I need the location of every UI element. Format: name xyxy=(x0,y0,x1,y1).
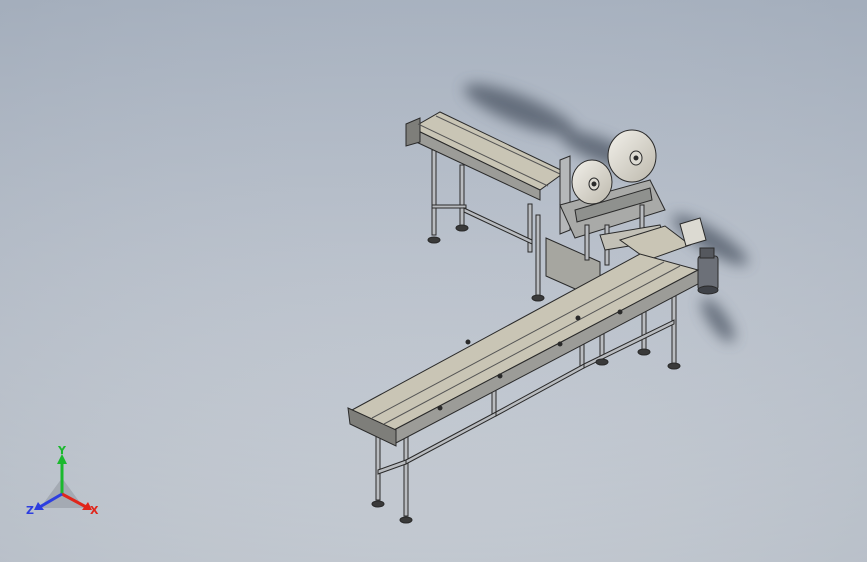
viewport-background xyxy=(0,0,867,562)
tape-roll-right xyxy=(607,129,657,183)
tape-roll-left xyxy=(571,159,613,205)
x-axis-label: X xyxy=(90,504,99,517)
z-axis-label: Z xyxy=(26,504,34,517)
y-axis-label: Y xyxy=(57,444,67,457)
model-viewport[interactable]: Y X Z xyxy=(0,0,867,562)
